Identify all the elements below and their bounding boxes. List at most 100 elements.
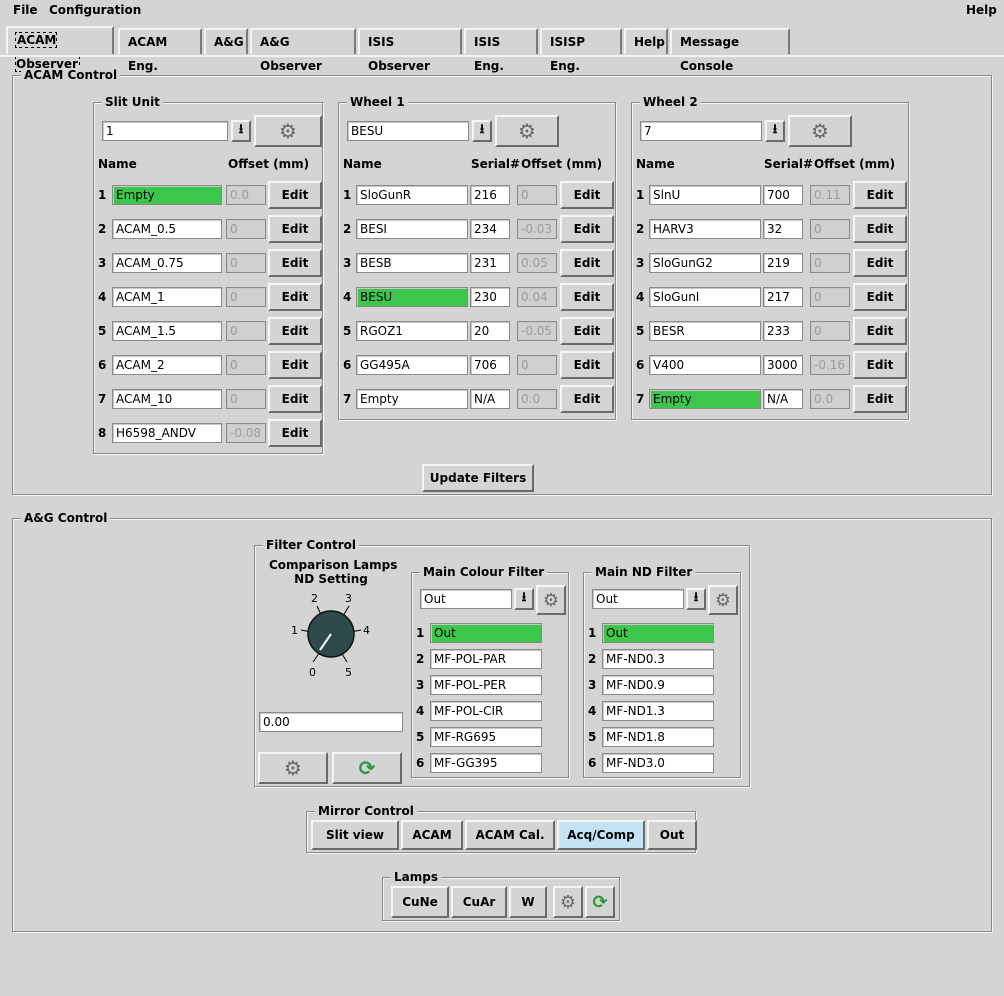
main_nd-filter-item[interactable]: MF-ND0.3 — [602, 649, 714, 669]
slit-selector[interactable]: 1 — [102, 121, 228, 141]
wheel1-edit-button[interactable]: Edit — [560, 351, 614, 379]
tab-help[interactable]: Help — [624, 28, 668, 54]
main_nd-filter-item[interactable]: MF-ND3.0 — [602, 753, 714, 773]
wheel2-serial-field[interactable]: 233 — [763, 321, 803, 341]
wheel2-config-button[interactable]: ⚙ — [788, 115, 852, 147]
slit-name-field[interactable]: H6598_ANDV — [112, 423, 222, 443]
main_colour-filter-item[interactable]: MF-POL-PER — [430, 675, 542, 695]
wheel2-edit-button[interactable]: Edit — [853, 181, 907, 209]
wheel1-serial-field[interactable]: 706 — [470, 355, 510, 375]
lamps-config-button[interactable]: ⚙ — [553, 886, 583, 918]
wheel1-edit-button[interactable]: Edit — [560, 215, 614, 243]
main-nd-dropdown-button[interactable]: ⭳ — [686, 588, 706, 610]
wheel2-selector[interactable]: 7 — [640, 121, 762, 141]
wheel1-edit-button[interactable]: Edit — [560, 317, 614, 345]
mirror-button-3[interactable]: Acq/Comp — [557, 820, 645, 850]
main-nd-config-button[interactable]: ⚙ — [708, 585, 738, 615]
main_colour-filter-item[interactable]: Out — [430, 623, 542, 643]
tab-acam-eng[interactable]: ACAM Eng. — [118, 28, 202, 73]
wheel1-name-field[interactable]: BESU — [356, 287, 468, 307]
wheel2-name-field[interactable]: BESR — [649, 321, 761, 341]
wheel2-edit-button[interactable]: Edit — [853, 283, 907, 311]
main-nd-selector[interactable]: Out — [592, 589, 684, 609]
wheel1-selector[interactable]: BESU — [347, 121, 469, 141]
slit-name-field[interactable]: ACAM_1 — [112, 287, 222, 307]
wheel1-edit-button[interactable]: Edit — [560, 283, 614, 311]
tab-isis-eng[interactable]: ISIS Eng. — [464, 28, 538, 73]
slit-name-field[interactable]: ACAM_10 — [112, 389, 222, 409]
nd-config-button[interactable]: ⚙ — [258, 752, 328, 784]
slit-name-field[interactable]: ACAM_0.75 — [112, 253, 222, 273]
slit-config-button[interactable]: ⚙ — [254, 115, 322, 147]
main_colour-filter-item[interactable]: MF-RG695 — [430, 727, 542, 747]
main_nd-filter-item[interactable]: MF-ND1.3 — [602, 701, 714, 721]
slit-edit-button[interactable]: Edit — [268, 283, 322, 311]
mirror-button-2[interactable]: ACAM Cal. — [465, 820, 555, 850]
wheel1-name-field[interactable]: SloGunR — [356, 185, 468, 205]
tab-ag-observer[interactable]: A&G Observer — [250, 28, 356, 73]
wheel1-serial-field[interactable]: 20 — [470, 321, 510, 341]
lamp-button-2[interactable]: W — [509, 886, 547, 918]
wheel1-config-button[interactable]: ⚙ — [495, 115, 559, 147]
slit-name-field[interactable]: ACAM_2 — [112, 355, 222, 375]
slit-dropdown-button[interactable]: ⭳ — [231, 120, 251, 142]
menu-file[interactable]: File — [13, 3, 38, 17]
lamp-button-1[interactable]: CuAr — [451, 886, 507, 918]
slit-edit-button[interactable]: Edit — [268, 351, 322, 379]
main_nd-filter-item[interactable]: MF-ND0.9 — [602, 675, 714, 695]
slit-edit-button[interactable]: Edit — [268, 419, 322, 447]
main-colour-selector[interactable]: Out — [420, 589, 512, 609]
wheel1-edit-button[interactable]: Edit — [560, 249, 614, 277]
wheel2-serial-field[interactable]: 32 — [763, 219, 803, 239]
wheel1-name-field[interactable]: BESB — [356, 253, 468, 273]
wheel2-edit-button[interactable]: Edit — [853, 351, 907, 379]
slit-edit-button[interactable]: Edit — [268, 385, 322, 413]
lamp-button-0[interactable]: CuNe — [391, 886, 449, 918]
wheel1-name-field[interactable]: BESI — [356, 219, 468, 239]
slit-name-field[interactable]: Empty — [112, 185, 222, 205]
nd-refresh-button[interactable]: ⟳ — [332, 752, 402, 784]
slit-edit-button[interactable]: Edit — [268, 181, 322, 209]
nd-dial[interactable]: 0 1 2 3 4 5 — [281, 590, 381, 682]
wheel2-serial-field[interactable]: 700 — [763, 185, 803, 205]
main-colour-dropdown-button[interactable]: ⭳ — [514, 588, 534, 610]
wheel2-name-field[interactable]: HARV3 — [649, 219, 761, 239]
slit-name-field[interactable]: ACAM_0.5 — [112, 219, 222, 239]
menu-help[interactable]: Help — [966, 3, 997, 17]
wheel2-edit-button[interactable]: Edit — [853, 215, 907, 243]
slit-edit-button[interactable]: Edit — [268, 317, 322, 345]
tab-isisp-eng[interactable]: ISISP Eng. — [540, 28, 622, 73]
slit-edit-button[interactable]: Edit — [268, 215, 322, 243]
wheel1-edit-button[interactable]: Edit — [560, 181, 614, 209]
tab-ag[interactable]: A&G — [204, 28, 248, 54]
wheel2-name-field[interactable]: SloGunI — [649, 287, 761, 307]
wheel2-edit-button[interactable]: Edit — [853, 317, 907, 345]
tab-isis-observer[interactable]: ISIS Observer — [358, 28, 462, 73]
main-colour-config-button[interactable]: ⚙ — [536, 585, 566, 615]
nd-value-field[interactable]: 0.00 — [259, 712, 403, 732]
wheel2-serial-field[interactable]: N/A — [763, 389, 803, 409]
wheel1-name-field[interactable]: Empty — [356, 389, 468, 409]
wheel1-serial-field[interactable]: 234 — [470, 219, 510, 239]
wheel2-name-field[interactable]: V400 — [649, 355, 761, 375]
main_nd-filter-item[interactable]: Out — [602, 623, 714, 643]
wheel1-serial-field[interactable]: 230 — [470, 287, 510, 307]
slit-edit-button[interactable]: Edit — [268, 249, 322, 277]
wheel2-serial-field[interactable]: 219 — [763, 253, 803, 273]
lamps-refresh-button[interactable]: ⟳ — [585, 886, 615, 918]
main_colour-filter-item[interactable]: MF-GG395 — [430, 753, 542, 773]
tab-acam-observer[interactable]: ACAM Observer — [6, 26, 114, 72]
wheel2-name-field[interactable]: SlnU — [649, 185, 761, 205]
wheel2-name-field[interactable]: Empty — [649, 389, 761, 409]
wheel1-dropdown-button[interactable]: ⭳ — [472, 120, 492, 142]
wheel1-serial-field[interactable]: 231 — [470, 253, 510, 273]
tab-message-console[interactable]: Message Console — [670, 28, 790, 73]
wheel1-edit-button[interactable]: Edit — [560, 385, 614, 413]
slit-name-field[interactable]: ACAM_1.5 — [112, 321, 222, 341]
mirror-button-4[interactable]: Out — [647, 820, 697, 850]
update-filters-button[interactable]: Update Filters — [422, 464, 534, 492]
wheel1-name-field[interactable]: RGOZ1 — [356, 321, 468, 341]
wheel2-edit-button[interactable]: Edit — [853, 385, 907, 413]
mirror-button-1[interactable]: ACAM — [401, 820, 463, 850]
wheel2-edit-button[interactable]: Edit — [853, 249, 907, 277]
